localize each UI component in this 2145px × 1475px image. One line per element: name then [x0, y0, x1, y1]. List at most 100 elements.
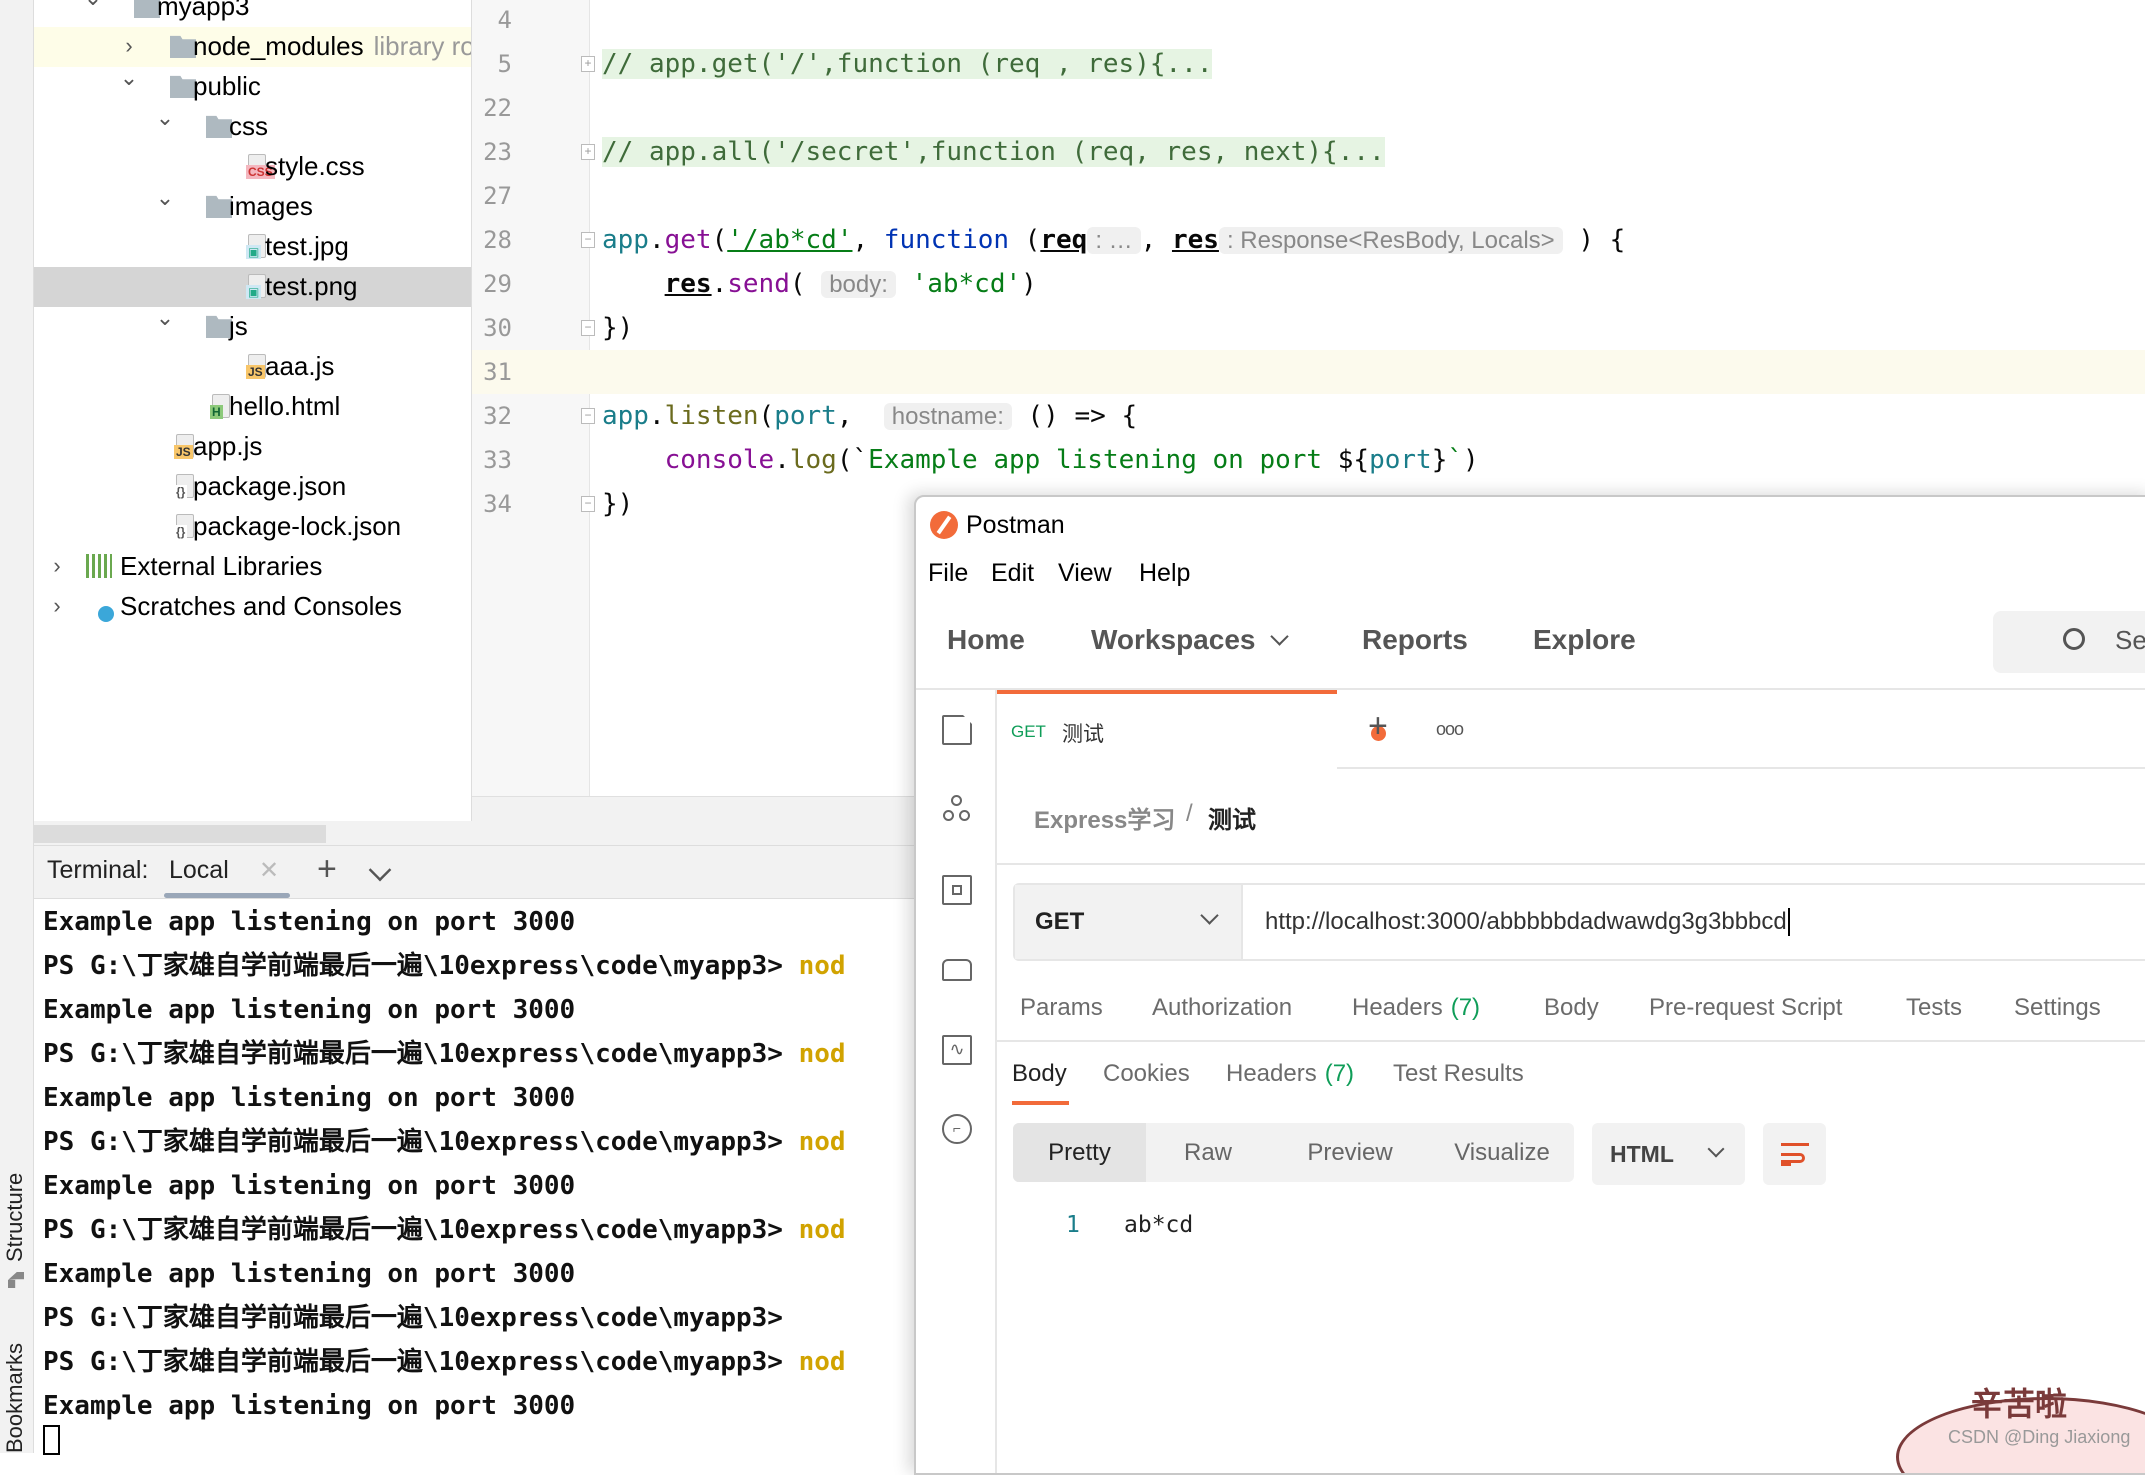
- code-line[interactable]: app.get('/ab*cd', function (req: …, res:…: [602, 218, 1625, 262]
- chevron-right-icon[interactable]: ›: [47, 553, 67, 579]
- tree-item-public[interactable]: ⌄ public: [34, 65, 471, 107]
- tree-item-test-jpg[interactable]: ▣ test.jpg: [34, 227, 471, 267]
- tree-item-style-css[interactable]: CSS style.css: [34, 147, 471, 187]
- fold-marker-icon[interactable]: −: [581, 496, 595, 512]
- view-mode-visualize[interactable]: Visualize: [1430, 1123, 1574, 1182]
- nav-explore[interactable]: Explore: [1533, 624, 1636, 656]
- chevron-down-icon[interactable]: ⌄: [119, 65, 139, 91]
- response-tab-body[interactable]: Body: [1012, 1060, 1067, 1088]
- tree-item-aaa-js[interactable]: JS aaa.js: [34, 347, 471, 387]
- environments-icon[interactable]: [942, 875, 972, 905]
- tab-label: Tests: [1906, 994, 1963, 1021]
- code-line[interactable]: // app.all('/secret',function (req, res,…: [602, 130, 1385, 174]
- code-line[interactable]: // app.get('/',function (req , res){...: [602, 42, 1213, 86]
- terminal-tab-local[interactable]: Local: [169, 856, 229, 885]
- label: css: [229, 111, 268, 141]
- tree-item-hello-html[interactable]: Hhello.html: [34, 387, 471, 427]
- view-mode-raw[interactable]: Raw: [1146, 1123, 1270, 1182]
- code-token: ${: [1337, 445, 1370, 475]
- request-tab-pre-request-script[interactable]: Pre-request Script: [1649, 994, 1842, 1022]
- code-line[interactable]: console.log(`Example app listening on po…: [602, 438, 1479, 482]
- scrollbar-thumb[interactable]: [34, 825, 326, 843]
- tree-item-external-libraries[interactable]: › External Libraries: [34, 547, 471, 587]
- breadcrumb-collection[interactable]: Express学习: [1034, 800, 1175, 835]
- fold-marker-icon[interactable]: −: [581, 408, 595, 424]
- menu-help[interactable]: Help: [1139, 559, 1190, 588]
- menu-view[interactable]: View: [1058, 559, 1112, 588]
- response-tab-test-results[interactable]: Test Results: [1393, 1060, 1524, 1088]
- request-tab-params[interactable]: Params: [1020, 994, 1103, 1022]
- fold-marker-icon[interactable]: −: [581, 232, 595, 248]
- more-tabs-icon[interactable]: ooo: [1436, 719, 1464, 740]
- apis-icon[interactable]: [942, 795, 972, 825]
- nav-reports[interactable]: Reports: [1362, 624, 1468, 656]
- tree-item-label: app.js: [193, 431, 262, 462]
- response-tab-headers[interactable]: Headers (7): [1226, 1060, 1354, 1088]
- format-select[interactable]: HTML: [1592, 1123, 1745, 1185]
- chevron-down-icon[interactable]: ⌄: [155, 305, 175, 331]
- tree-item-scratches-and-consoles[interactable]: › Scratches and Consoles: [34, 587, 471, 627]
- terminal-line: Example app listening on port 3000: [43, 988, 575, 1032]
- menu-file[interactable]: File: [928, 559, 968, 588]
- code-token: // app.all('/secret',function (req, res,…: [602, 137, 1385, 167]
- tree-item-css[interactable]: ⌄ css: [34, 105, 471, 147]
- chevron-down-icon[interactable]: ⌄: [83, 0, 103, 11]
- tree-item-package-lock-json[interactable]: {} package-lock.json: [34, 507, 471, 547]
- request-tab-tests[interactable]: Tests: [1906, 994, 1962, 1022]
- bookmarks-tab[interactable]: Bookmarks: [2, 1343, 28, 1453]
- search-box[interactable]: Se: [1993, 611, 2145, 673]
- close-icon[interactable]: ✕: [259, 856, 279, 885]
- tree-item-js[interactable]: ⌄ js: [34, 305, 471, 347]
- history-icon[interactable]: ⌐: [942, 1114, 972, 1144]
- tree-item-app-js[interactable]: JS app.js: [34, 427, 471, 467]
- code-line[interactable]: res.send( body: 'ab*cd'): [602, 262, 1037, 306]
- label: External Libraries: [120, 551, 323, 581]
- request-tab-body[interactable]: Body: [1544, 994, 1599, 1022]
- code-line[interactable]: }): [602, 482, 633, 526]
- tab-name: 测试: [1062, 723, 1104, 746]
- chevron-down-icon[interactable]: [1270, 627, 1289, 646]
- view-mode-preview[interactable]: Preview: [1270, 1123, 1430, 1182]
- project-scrollbar[interactable]: [34, 821, 472, 845]
- new-tab-icon[interactable]: +: [1368, 707, 1388, 746]
- tree-item-package-json[interactable]: {} package.json: [34, 467, 471, 507]
- code-line[interactable]: }): [602, 306, 633, 350]
- fold-marker-icon[interactable]: −: [581, 320, 595, 336]
- request-tab[interactable]: GET 测试: [997, 690, 1386, 770]
- structure-tab[interactable]: Structure: [2, 1173, 28, 1262]
- fold-marker-icon[interactable]: +: [581, 56, 595, 72]
- request-tab-settings[interactable]: Settings: [2014, 994, 2101, 1022]
- url-input[interactable]: http://localhost:3000/abbbbbdadwawdg3g3b…: [1265, 908, 1790, 936]
- request-tab-headers[interactable]: Headers (7): [1352, 994, 1480, 1022]
- method-select[interactable]: GET: [1015, 885, 1243, 959]
- tree-item-node-modules[interactable]: › node_modules library root: [34, 27, 471, 67]
- chevron-right-icon[interactable]: ›: [119, 33, 139, 59]
- fold-marker-icon[interactable]: +: [581, 144, 595, 160]
- collections-icon[interactable]: [942, 715, 972, 745]
- monitors-icon[interactable]: ∿: [942, 1035, 972, 1065]
- nav-workspaces[interactable]: Workspaces: [1091, 624, 1255, 656]
- wrap-lines-button[interactable]: [1763, 1123, 1826, 1185]
- add-terminal-icon[interactable]: +: [317, 850, 337, 889]
- nav-home[interactable]: Home: [947, 624, 1025, 656]
- code-line[interactable]: app.listen(port, hostname: () => {: [602, 394, 1137, 438]
- format-value: HTML: [1610, 1141, 1674, 1167]
- view-mode-pretty[interactable]: Pretty: [1013, 1123, 1146, 1182]
- code-token: (: [1009, 225, 1041, 255]
- terminal-line: Example app listening on port 3000: [43, 1384, 575, 1428]
- chevron-down-icon[interactable]: ⌄: [155, 105, 175, 131]
- menu-edit[interactable]: Edit: [991, 559, 1034, 588]
- tree-item-test-png[interactable]: ▣ test.png: [34, 267, 471, 307]
- breadcrumb-request: 测试: [1208, 807, 1256, 834]
- chevron-right-icon[interactable]: ›: [47, 593, 67, 619]
- tree-item-images[interactable]: ⌄ images: [34, 185, 471, 227]
- response-tab-cookies[interactable]: Cookies: [1103, 1060, 1190, 1088]
- request-tab-authorization[interactable]: Authorization: [1152, 994, 1292, 1022]
- chevron-down-icon[interactable]: ⌄: [155, 185, 175, 211]
- html-file-icon: H: [210, 394, 230, 419]
- chevron-down-icon[interactable]: [368, 858, 392, 882]
- tree-item-label: External Libraries: [120, 551, 322, 582]
- mock-servers-icon[interactable]: [942, 959, 972, 981]
- tree-item-myapp3[interactable]: ⌄ myapp3: [34, 0, 471, 27]
- code-token: .: [648, 225, 665, 255]
